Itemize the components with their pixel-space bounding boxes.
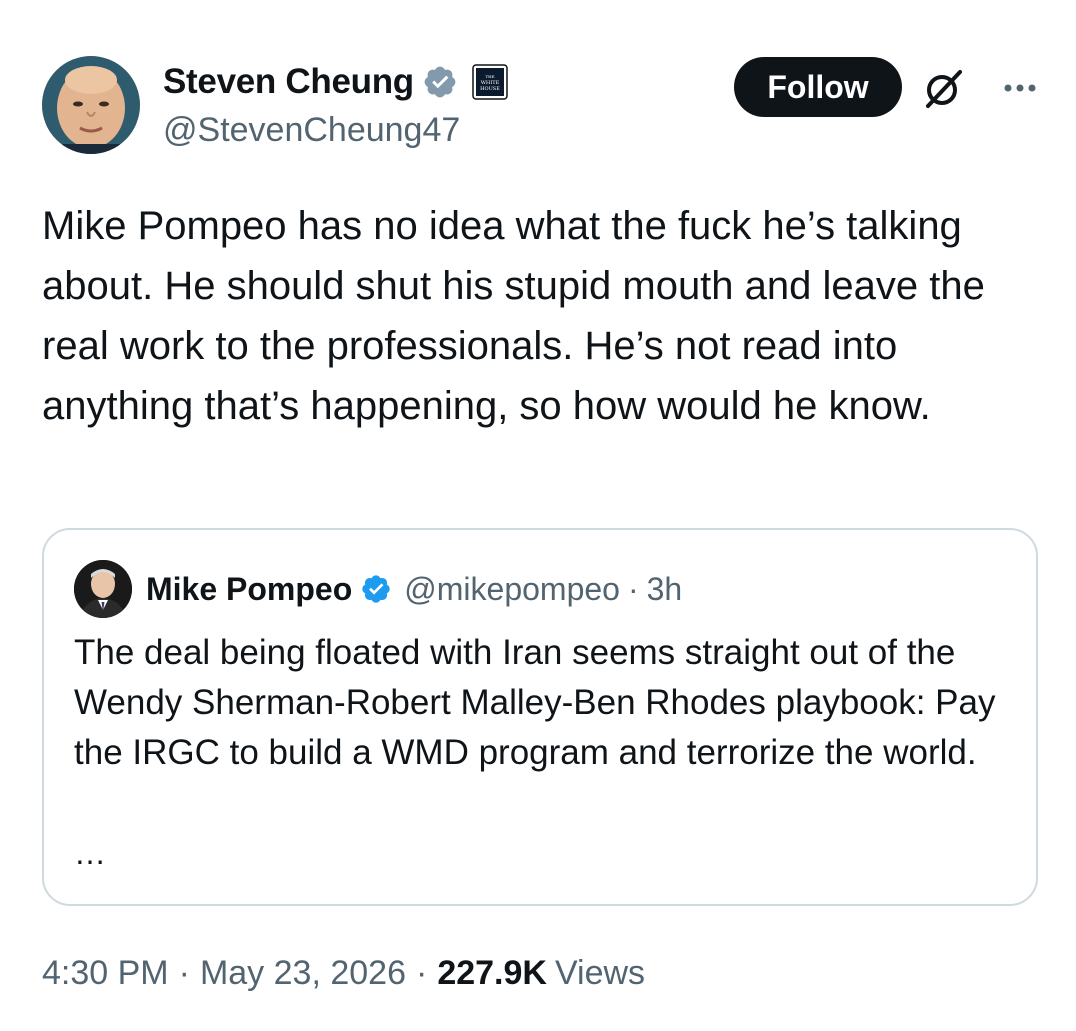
separator-dot: · xyxy=(178,953,190,992)
views-count[interactable]: 227.9K xyxy=(437,954,547,993)
tweet-time[interactable]: 4:30 PM xyxy=(42,954,169,993)
follow-button[interactable]: Follow xyxy=(734,57,902,117)
verified-badge-icon[interactable] xyxy=(360,573,392,605)
separator-dot: · xyxy=(627,570,639,607)
white-house-affiliation-icon[interactable]: THE WHITE HOUSE xyxy=(472,64,508,100)
quoted-author-avatar[interactable] xyxy=(74,560,132,618)
verified-badge-icon[interactable] xyxy=(422,64,458,100)
tweet-header: Steven Cheung THE WHITE HOUSE @StevenChe… xyxy=(0,0,1076,170)
author-avatar[interactable] xyxy=(42,56,140,154)
separator-dot: · xyxy=(415,953,428,992)
author-name-row: Steven Cheung THE WHITE HOUSE xyxy=(163,60,508,104)
svg-text:THE: THE xyxy=(485,74,494,79)
svg-text:HOUSE: HOUSE xyxy=(480,86,500,92)
tweet-text: Mike Pompeo has no idea what the fuck he… xyxy=(42,204,985,428)
quoted-tweet-header: Mike Pompeo @mikepompeo · 3h xyxy=(146,566,682,612)
author-display-name[interactable]: Steven Cheung xyxy=(163,60,414,104)
quoted-author-handle[interactable]: @mikepompeo xyxy=(404,571,620,608)
tweet-meta: 4:30 PM · May 23, 2026 · 227.9K Views xyxy=(42,948,645,998)
grok-icon[interactable] xyxy=(920,64,968,112)
quoted-tweet-text: The deal being floated with Iran seems s… xyxy=(74,633,996,772)
views-label[interactable]: Views xyxy=(555,954,645,993)
quoted-tweet-card[interactable]: Mike Pompeo @mikepompeo · 3h The deal be… xyxy=(42,528,1038,906)
quoted-tweet-ellipsis: … xyxy=(74,835,106,871)
tweet-date[interactable]: May 23, 2026 xyxy=(200,954,406,993)
author-handle[interactable]: @StevenCheung47 xyxy=(163,108,460,152)
quoted-tweet-time[interactable]: 3h xyxy=(647,571,683,608)
more-options-icon[interactable] xyxy=(1000,70,1040,106)
quoted-author-name[interactable]: Mike Pompeo xyxy=(146,571,352,608)
